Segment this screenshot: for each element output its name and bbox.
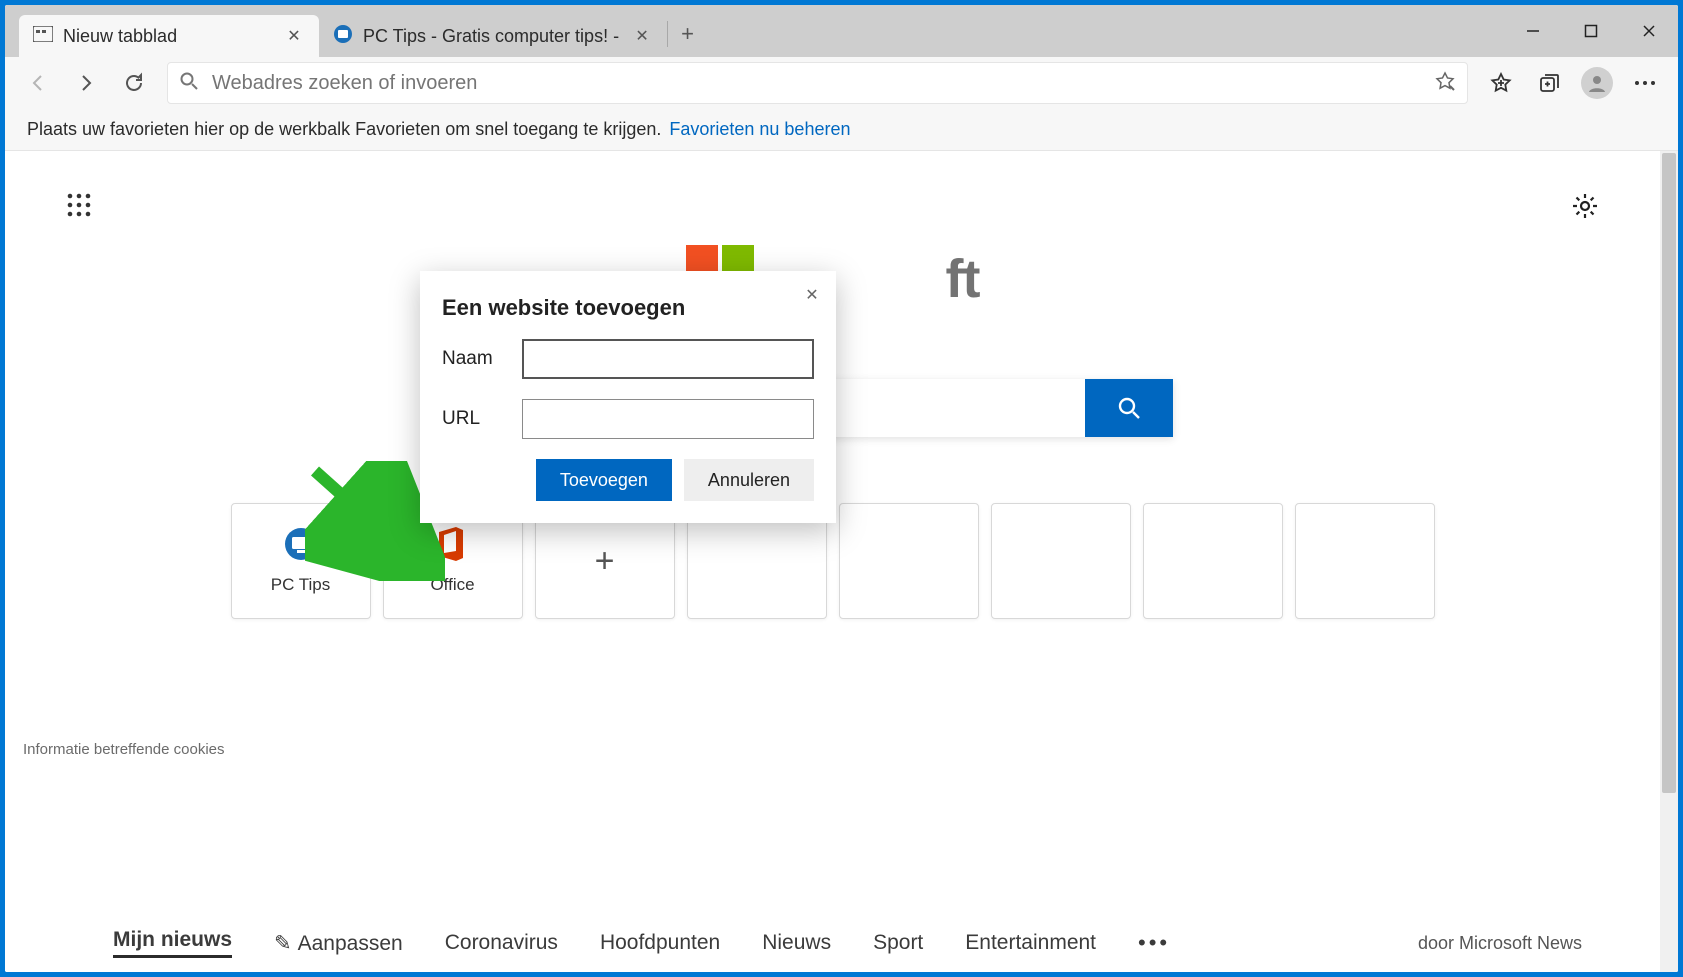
window-controls <box>1504 5 1678 57</box>
scrollbar[interactable] <box>1660 151 1678 972</box>
tab-pctips[interactable]: PC Tips - Gratis computer tips! - ✕ <box>319 15 667 57</box>
tile-blank[interactable] <box>1295 503 1435 619</box>
manage-favorites-link[interactable]: Favorieten nu beheren <box>669 119 850 140</box>
content-area: ft PC Tips Office + <box>5 151 1678 972</box>
menu-button[interactable] <box>1624 62 1666 104</box>
back-button[interactable] <box>17 62 59 104</box>
search-icon <box>180 72 198 95</box>
news-tab-more[interactable]: ••• <box>1138 930 1170 956</box>
refresh-button[interactable] <box>113 62 155 104</box>
forward-button[interactable] <box>65 62 107 104</box>
favorites-button[interactable] <box>1480 62 1522 104</box>
modal-close-button[interactable]: ✕ <box>800 283 824 307</box>
pctips-icon <box>284 527 318 561</box>
news-tab-mijn-nieuws[interactable]: Mijn nieuws <box>113 928 232 958</box>
url-label: URL <box>442 408 504 430</box>
news-tab-sport[interactable]: Sport <box>873 931 923 955</box>
cancel-button[interactable]: Annuleren <box>684 459 814 501</box>
tabs-area: Nieuw tabblad ✕ PC Tips - Gratis compute… <box>5 5 707 57</box>
close-icon[interactable]: ✕ <box>281 23 307 49</box>
name-input[interactable] <box>522 339 814 379</box>
news-tab-entertainment[interactable]: Entertainment <box>965 931 1096 955</box>
news-tab-coronavirus[interactable]: Coronavirus <box>445 931 558 955</box>
name-label: Naam <box>442 348 504 370</box>
tab-label: PC Tips - Gratis computer tips! - <box>363 26 619 47</box>
logo-text-fragment: ft <box>946 248 980 310</box>
add-website-modal: ✕ Een website toevoegen Naam URL Toevoeg… <box>420 271 836 523</box>
gear-icon[interactable] <box>1570 191 1600 221</box>
office-icon <box>436 527 470 561</box>
collections-button[interactable] <box>1528 62 1570 104</box>
tile-blank[interactable] <box>839 503 979 619</box>
pencil-icon: ✎ <box>274 932 292 955</box>
tab-icon <box>33 26 53 47</box>
news-tab-nieuws[interactable]: Nieuws <box>762 931 831 955</box>
toolbar <box>5 57 1678 109</box>
tab-label: Nieuw tabblad <box>63 26 271 47</box>
ntp-search-button[interactable] <box>1085 379 1173 437</box>
address-input[interactable] <box>212 72 1421 95</box>
tile-label: Office <box>430 575 474 595</box>
news-tab-aanpassen[interactable]: ✎Aanpassen <box>274 931 403 956</box>
scrollbar-thumb[interactable] <box>1662 153 1676 793</box>
tile-blank[interactable] <box>991 503 1131 619</box>
favorites-bar-text: Plaats uw favorieten hier op de werkbalk… <box>27 119 661 140</box>
add-button[interactable]: Toevoegen <box>536 459 672 501</box>
tile-label: PC Tips <box>271 575 331 595</box>
close-icon[interactable]: ✕ <box>629 23 655 49</box>
profile-button[interactable] <box>1576 62 1618 104</box>
title-bar: Nieuw tabblad ✕ PC Tips - Gratis compute… <box>5 5 1678 57</box>
cookies-info-link[interactable]: Informatie betreffende cookies <box>23 741 225 758</box>
maximize-button[interactable] <box>1562 5 1620 57</box>
favorite-star-icon[interactable] <box>1435 71 1455 96</box>
apps-grid-icon[interactable] <box>65 191 93 219</box>
tile-blank[interactable] <box>1143 503 1283 619</box>
favorites-bar: Plaats uw favorieten hier op de werkbalk… <box>5 109 1678 151</box>
close-window-button[interactable] <box>1620 5 1678 57</box>
tile-pctips[interactable]: PC Tips <box>231 503 371 619</box>
news-nav: Mijn nieuws ✎Aanpassen Coronavirus Hoofd… <box>5 928 1642 958</box>
new-tab-button[interactable]: + <box>667 21 707 47</box>
modal-title: Een website toevoegen <box>442 295 814 321</box>
url-input[interactable] <box>522 399 814 439</box>
minimize-button[interactable] <box>1504 5 1562 57</box>
news-tab-hoofdpunten[interactable]: Hoofdpunten <box>600 931 720 955</box>
news-by-text: door Microsoft News <box>1418 933 1582 954</box>
tab-favicon <box>333 24 353 49</box>
plus-icon: + <box>595 542 615 581</box>
tab-new[interactable]: Nieuw tabblad ✕ <box>19 15 319 57</box>
address-bar[interactable] <box>167 62 1468 104</box>
